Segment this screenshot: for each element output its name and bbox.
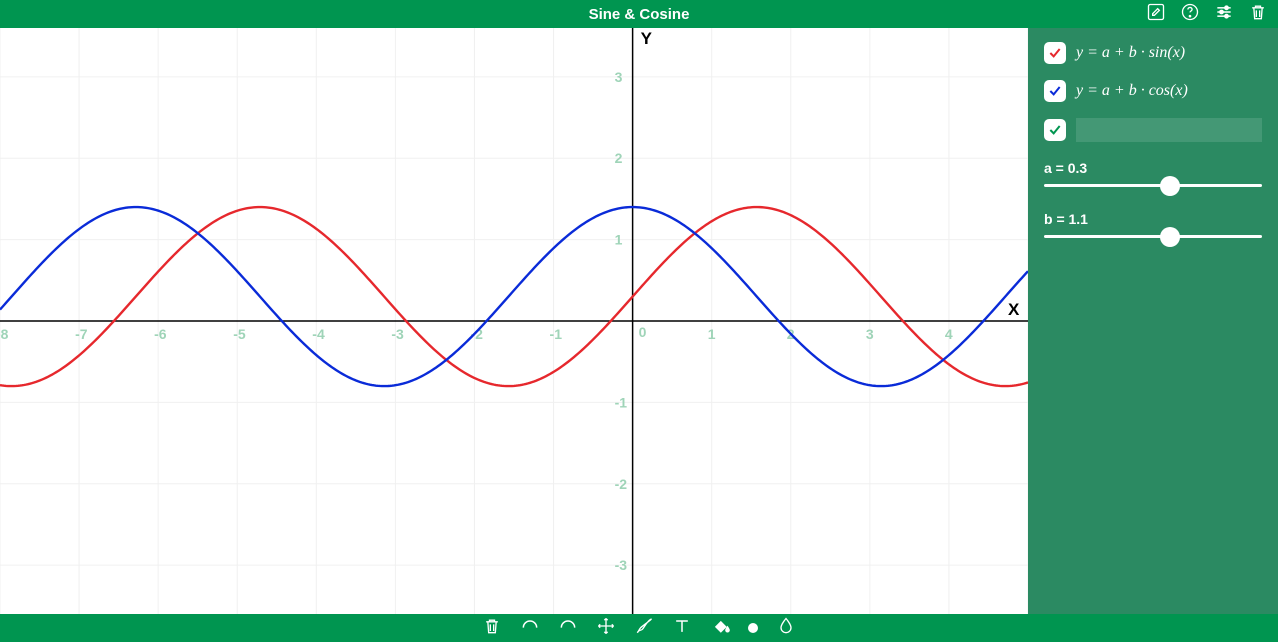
dot-icon[interactable] (748, 623, 758, 633)
move-icon[interactable] (596, 616, 616, 641)
brush-icon[interactable] (634, 616, 654, 641)
slider-a-track[interactable] (1044, 184, 1262, 187)
slider-b-label: b = 1.1 (1044, 211, 1262, 227)
svg-text:Y: Y (641, 29, 653, 48)
svg-text:-6: -6 (154, 326, 167, 342)
header-icons (1146, 2, 1268, 27)
svg-text:-1: -1 (550, 326, 563, 342)
svg-text:-4: -4 (312, 326, 325, 342)
page-title: Sine & Cosine (589, 6, 690, 23)
svg-text:-7: -7 (75, 326, 88, 342)
svg-text:-1: -1 (615, 394, 628, 410)
checkbox-empty[interactable] (1044, 119, 1066, 141)
settings-icon[interactable] (1214, 2, 1234, 27)
equation-row-sin: y = a + b · sin(x) (1044, 42, 1262, 64)
svg-text:1: 1 (708, 326, 716, 342)
chart-canvas[interactable]: -8-7-6-5-4-3-2-101234-3-2-1123XY (0, 28, 1028, 614)
equation-label-cos: y = a + b · cos(x) (1076, 82, 1188, 100)
svg-text:X: X (1008, 300, 1020, 319)
slider-b-group: b = 1.1 (1044, 211, 1262, 238)
footer-trash-icon[interactable] (482, 616, 502, 641)
svg-text:-5: -5 (233, 326, 246, 342)
svg-text:-3: -3 (391, 326, 404, 342)
footer-bar (0, 614, 1278, 642)
svg-text:3: 3 (866, 326, 874, 342)
equation-input-empty[interactable] (1076, 118, 1262, 142)
fill-icon[interactable] (710, 616, 730, 641)
chart-svg: -8-7-6-5-4-3-2-101234-3-2-1123XY (0, 28, 1028, 614)
text-icon[interactable] (672, 616, 692, 641)
footer-tools (482, 616, 796, 641)
svg-text:1: 1 (615, 232, 623, 248)
slider-a-group: a = 0.3 (1044, 160, 1262, 187)
slider-b-track[interactable] (1044, 235, 1262, 238)
header-bar: Sine & Cosine (0, 0, 1278, 28)
svg-text:3: 3 (615, 69, 623, 85)
checkbox-cos[interactable] (1044, 80, 1066, 102)
svg-text:4: 4 (945, 326, 953, 342)
undo-icon[interactable] (520, 616, 540, 641)
main-area: -8-7-6-5-4-3-2-101234-3-2-1123XY y = a +… (0, 28, 1278, 614)
svg-text:-2: -2 (615, 476, 628, 492)
slider-b-thumb[interactable] (1160, 227, 1180, 247)
svg-text:-8: -8 (0, 326, 9, 342)
equation-row-empty (1044, 118, 1262, 142)
sidebar: y = a + b · sin(x) y = a + b · cos(x) a … (1028, 28, 1278, 614)
svg-text:-3: -3 (615, 557, 628, 573)
equation-label-sin: y = a + b · sin(x) (1076, 44, 1185, 62)
equation-row-cos: y = a + b · cos(x) (1044, 80, 1262, 102)
drop-icon[interactable] (776, 616, 796, 641)
svg-text:0: 0 (639, 324, 647, 340)
slider-a-thumb[interactable] (1160, 176, 1180, 196)
redo-icon[interactable] (558, 616, 578, 641)
checkbox-sin[interactable] (1044, 42, 1066, 64)
help-icon[interactable] (1180, 2, 1200, 27)
trash-icon[interactable] (1248, 2, 1268, 27)
edit-icon[interactable] (1146, 2, 1166, 27)
svg-text:2: 2 (615, 150, 623, 166)
slider-a-label: a = 0.3 (1044, 160, 1262, 176)
